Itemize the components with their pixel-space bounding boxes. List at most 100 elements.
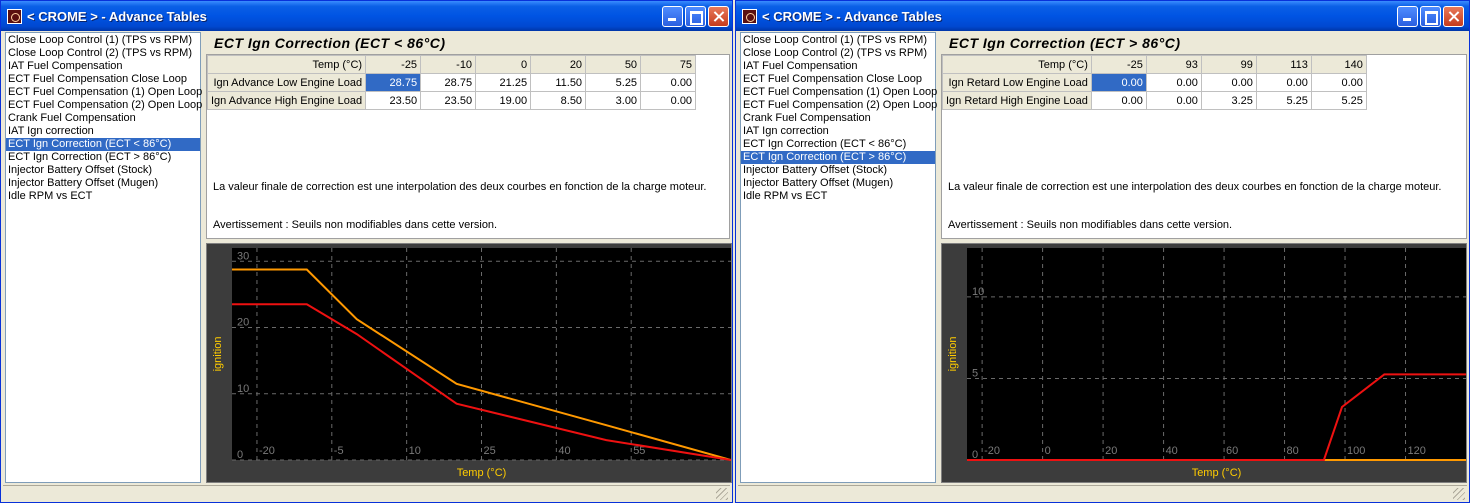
list-item[interactable]: Injector Battery Offset (Stock) [741, 164, 935, 177]
list-item[interactable]: Injector Battery Offset (Mugen) [6, 177, 200, 190]
table-cell[interactable]: 0.00 [640, 91, 697, 110]
x-axis-label: Temp (°C) [457, 467, 507, 479]
list-item[interactable]: ECT Fuel Compensation Close Loop [741, 73, 935, 86]
list-item[interactable]: IAT Ign correction [6, 125, 200, 138]
list-item[interactable]: Idle RPM vs ECT [6, 190, 200, 203]
table-cell[interactable]: 23.50 [420, 91, 477, 110]
close-icon [709, 7, 728, 26]
list-item[interactable]: ECT Fuel Compensation (2) Open Loop [741, 99, 937, 112]
table-cell[interactable]: 0.00 [1255, 73, 1312, 92]
x-tick-label: 20 [1105, 445, 1117, 457]
column-header: 140 [1310, 55, 1367, 74]
x-tick-label: 40 [1166, 445, 1178, 457]
resize-grip[interactable] [1453, 488, 1465, 500]
warning-note: Avertissement : Seuils non modifiables d… [948, 219, 1233, 231]
chart-svg: -20 -5 10 25 40 550102030Temp (°C)ignition [207, 244, 731, 482]
title-bar[interactable]: < CROME > - Advance Tables [736, 1, 1469, 31]
maximize-icon [686, 7, 705, 26]
table-editor: ECT Ign Correction (ECT < 86°C) Temp (°C… [206, 32, 732, 484]
list-item[interactable]: Injector Battery Offset (Stock) [6, 164, 200, 177]
list-item[interactable]: Crank Fuel Compensation [741, 112, 935, 125]
list-item[interactable]: Close Loop Control (2) (TPS vs RPM) [6, 47, 200, 60]
table-cell[interactable]: 19.00 [475, 91, 532, 110]
column-header: 75 [640, 55, 697, 74]
x-tick-label: 120 [1408, 445, 1426, 457]
app-icon[interactable] [7, 9, 22, 24]
column-header: 20 [530, 55, 587, 74]
list-item[interactable]: Close Loop Control (1) (TPS vs RPM) [741, 34, 935, 47]
table-cell[interactable]: 5.25 [1310, 91, 1367, 110]
title-bar[interactable]: < CROME > - Advance Tables [1, 1, 732, 31]
y-axis-label: ignition [212, 337, 224, 372]
x-tick-label: 25 [484, 445, 496, 457]
chart-svg: -20 0 20 40 60 80 100 1200510Temp (°C)ignition [942, 244, 1466, 482]
table-cell-selected[interactable]: 0.00 [1090, 73, 1147, 92]
table-cell-selected[interactable]: 28.75 [365, 73, 422, 92]
x-tick-label: 60 [1226, 445, 1238, 457]
maximize-button[interactable] [685, 6, 706, 27]
y-tick-label: 0 [237, 449, 243, 461]
app-icon[interactable] [742, 9, 757, 24]
table-list[interactable]: Close Loop Control (1) (TPS vs RPM) Clos… [740, 32, 937, 483]
table-header-label: Temp (°C) [942, 55, 1092, 74]
column-header: 0 [475, 55, 532, 74]
row-header: Ign Advance Low Engine Load [206, 73, 367, 92]
table-panel: Temp (°C) -25 93 99 113 140 Ign Retard L… [941, 54, 1467, 239]
table-cell[interactable]: 3.25 [1200, 91, 1257, 110]
list-item[interactable]: IAT Fuel Compensation [6, 60, 200, 73]
window-title: < CROME > - Advance Tables [27, 9, 207, 24]
table-cell[interactable]: 0.00 [640, 73, 697, 92]
table-cell[interactable]: 0.00 [1145, 91, 1202, 110]
list-item[interactable]: Close Loop Control (1) (TPS vs RPM) [6, 34, 200, 47]
close-button[interactable] [1443, 6, 1464, 27]
table-panel: Temp (°C) -25 -10 0 20 50 75 Ign Advance… [206, 54, 730, 239]
resize-grip[interactable] [716, 488, 728, 500]
list-item[interactable]: ECT Ign Correction (ECT > 86°C) [6, 151, 200, 164]
warning-note: Avertissement : Seuils non modifiables d… [213, 219, 498, 231]
list-item-selected[interactable]: ECT Ign Correction (ECT > 86°C) [741, 151, 935, 164]
list-item[interactable]: ECT Fuel Compensation (2) Open Loop [6, 99, 202, 112]
list-item[interactable]: ECT Fuel Compensation (1) Open Loop [741, 86, 937, 99]
table-editor: ECT Ign Correction (ECT > 86°C) Temp (°C… [941, 32, 1467, 484]
list-item-selected[interactable]: ECT Ign Correction (ECT < 86°C) [6, 138, 200, 151]
list-item[interactable]: IAT Fuel Compensation [741, 60, 935, 73]
list-item[interactable]: Idle RPM vs ECT [741, 190, 935, 203]
list-item[interactable]: ECT Fuel Compensation Close Loop [6, 73, 200, 86]
column-header: -10 [420, 55, 477, 74]
close-icon [1444, 7, 1463, 26]
table-cell[interactable]: 0.00 [1145, 73, 1202, 92]
close-button[interactable] [708, 6, 729, 27]
window-title: < CROME > - Advance Tables [762, 9, 942, 24]
x-tick-label: 40 [558, 445, 570, 457]
maximize-button[interactable] [1420, 6, 1441, 27]
table-cell[interactable]: 8.50 [530, 91, 587, 110]
table-cell[interactable]: 5.25 [1255, 91, 1312, 110]
list-item[interactable]: IAT Ign correction [741, 125, 935, 138]
table-cell[interactable]: 5.25 [585, 73, 642, 92]
list-item[interactable]: Crank Fuel Compensation [6, 112, 200, 125]
y-tick-label: 10 [237, 383, 249, 395]
minimize-icon [663, 7, 682, 26]
list-item[interactable]: ECT Ign Correction (ECT < 86°C) [741, 138, 935, 151]
table-cell[interactable]: 0.00 [1200, 73, 1257, 92]
y-axis-label: ignition [947, 337, 959, 372]
ignition-chart: -20 0 20 40 60 80 100 120 0 5 10 Temp (°C) ignition [941, 243, 1467, 483]
minimize-button[interactable] [1397, 6, 1418, 27]
table-cell[interactable]: 0.00 [1090, 91, 1147, 110]
table-cell[interactable]: 11.50 [530, 73, 587, 92]
table-cell[interactable]: 23.50 [365, 91, 422, 110]
table-title: ECT Ign Correction (ECT > 86°C) [949, 35, 1181, 51]
x-tick-label: -20 [984, 445, 1000, 457]
list-item[interactable]: ECT Fuel Compensation (1) Open Loop [6, 86, 202, 99]
list-item[interactable]: Close Loop Control (2) (TPS vs RPM) [741, 47, 935, 60]
table-list[interactable]: Close Loop Control (1) (TPS vs RPM) Clos… [5, 32, 202, 483]
table-cell[interactable]: 3.00 [585, 91, 642, 110]
table-cell[interactable]: 0.00 [1310, 73, 1367, 92]
list-item[interactable]: Injector Battery Offset (Mugen) [741, 177, 935, 190]
plot-area [967, 248, 1466, 460]
y-tick-label: 30 [237, 250, 249, 262]
minimize-button[interactable] [662, 6, 683, 27]
table-title: ECT Ign Correction (ECT < 86°C) [214, 35, 446, 51]
table-cell[interactable]: 28.75 [420, 73, 477, 92]
table-cell[interactable]: 21.25 [475, 73, 532, 92]
